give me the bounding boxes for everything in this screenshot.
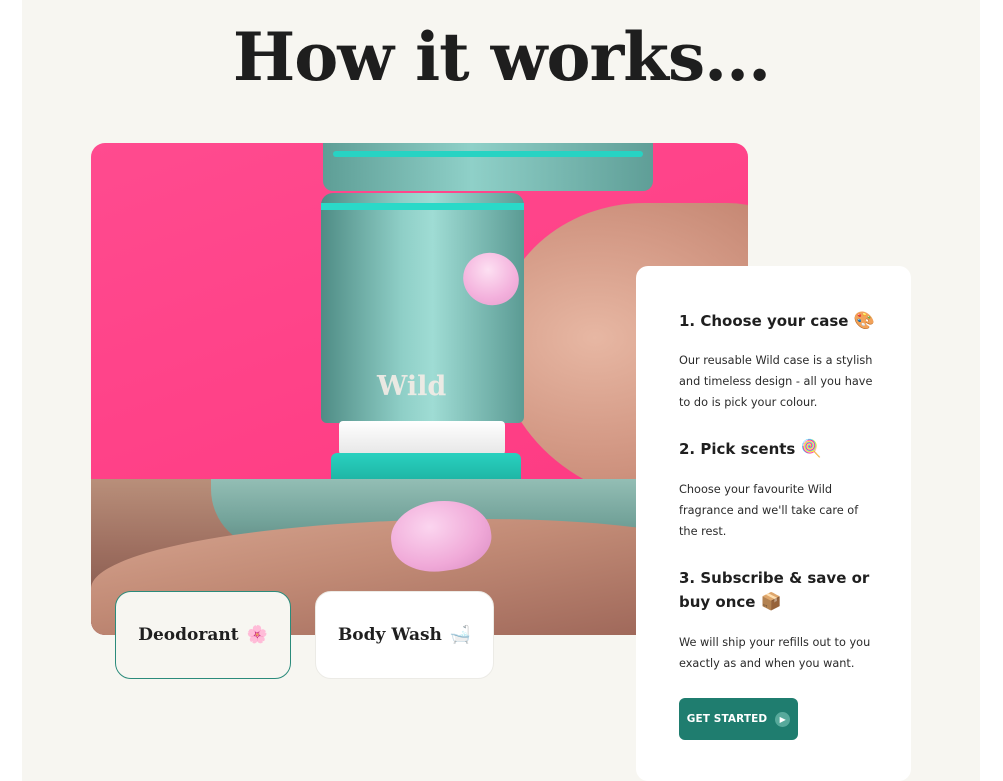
flower-icon: 🌸 (246, 624, 268, 645)
tab-deodorant[interactable]: Deodorant 🌸 (115, 591, 291, 679)
tab-label: Deodorant (138, 625, 239, 645)
step-3-text: We will ship your refills out to you exa… (679, 636, 871, 670)
step-3-title: 3. Subscribe & save or buy once 📦 (679, 566, 889, 614)
package-icon: 📦 (760, 592, 782, 612)
cta-label: GET STARTED (686, 713, 768, 725)
get-started-button[interactable]: GET STARTED ▶ (679, 698, 798, 740)
step-1-title: 1. Choose your case 🎨 (679, 309, 889, 333)
arrow-right-icon: ▶ (775, 711, 791, 727)
stick-cap-shape (323, 143, 653, 191)
case-stripe (321, 203, 524, 210)
deodorant-case-shape: Wild (321, 193, 524, 423)
step-title-text: 2. Pick scents (679, 440, 796, 458)
refill-ring-shape (339, 421, 505, 455)
case-brand-text: Wild (377, 371, 447, 402)
steps-card: 1. Choose your case 🎨 Our reusable Wild … (636, 266, 911, 781)
tab-label: Body Wash (337, 625, 442, 645)
step-1-text: Our reusable Wild case is a stylish and … (679, 354, 873, 409)
bathtub-icon: 🛁 (449, 624, 472, 645)
section-title: How it works... (232, 18, 771, 96)
palette-icon: 🎨 (853, 311, 875, 331)
step-2-title: 2. Pick scents 🍭 (679, 437, 889, 461)
case-base-shape (331, 453, 521, 481)
lollipop-icon: 🍭 (800, 439, 822, 459)
step-title-text: 1. Choose your case (679, 312, 849, 330)
tab-body-wash[interactable]: Body Wash 🛁 (315, 591, 494, 679)
step-2-text: Choose your favourite Wild fragrance and… (679, 483, 859, 538)
